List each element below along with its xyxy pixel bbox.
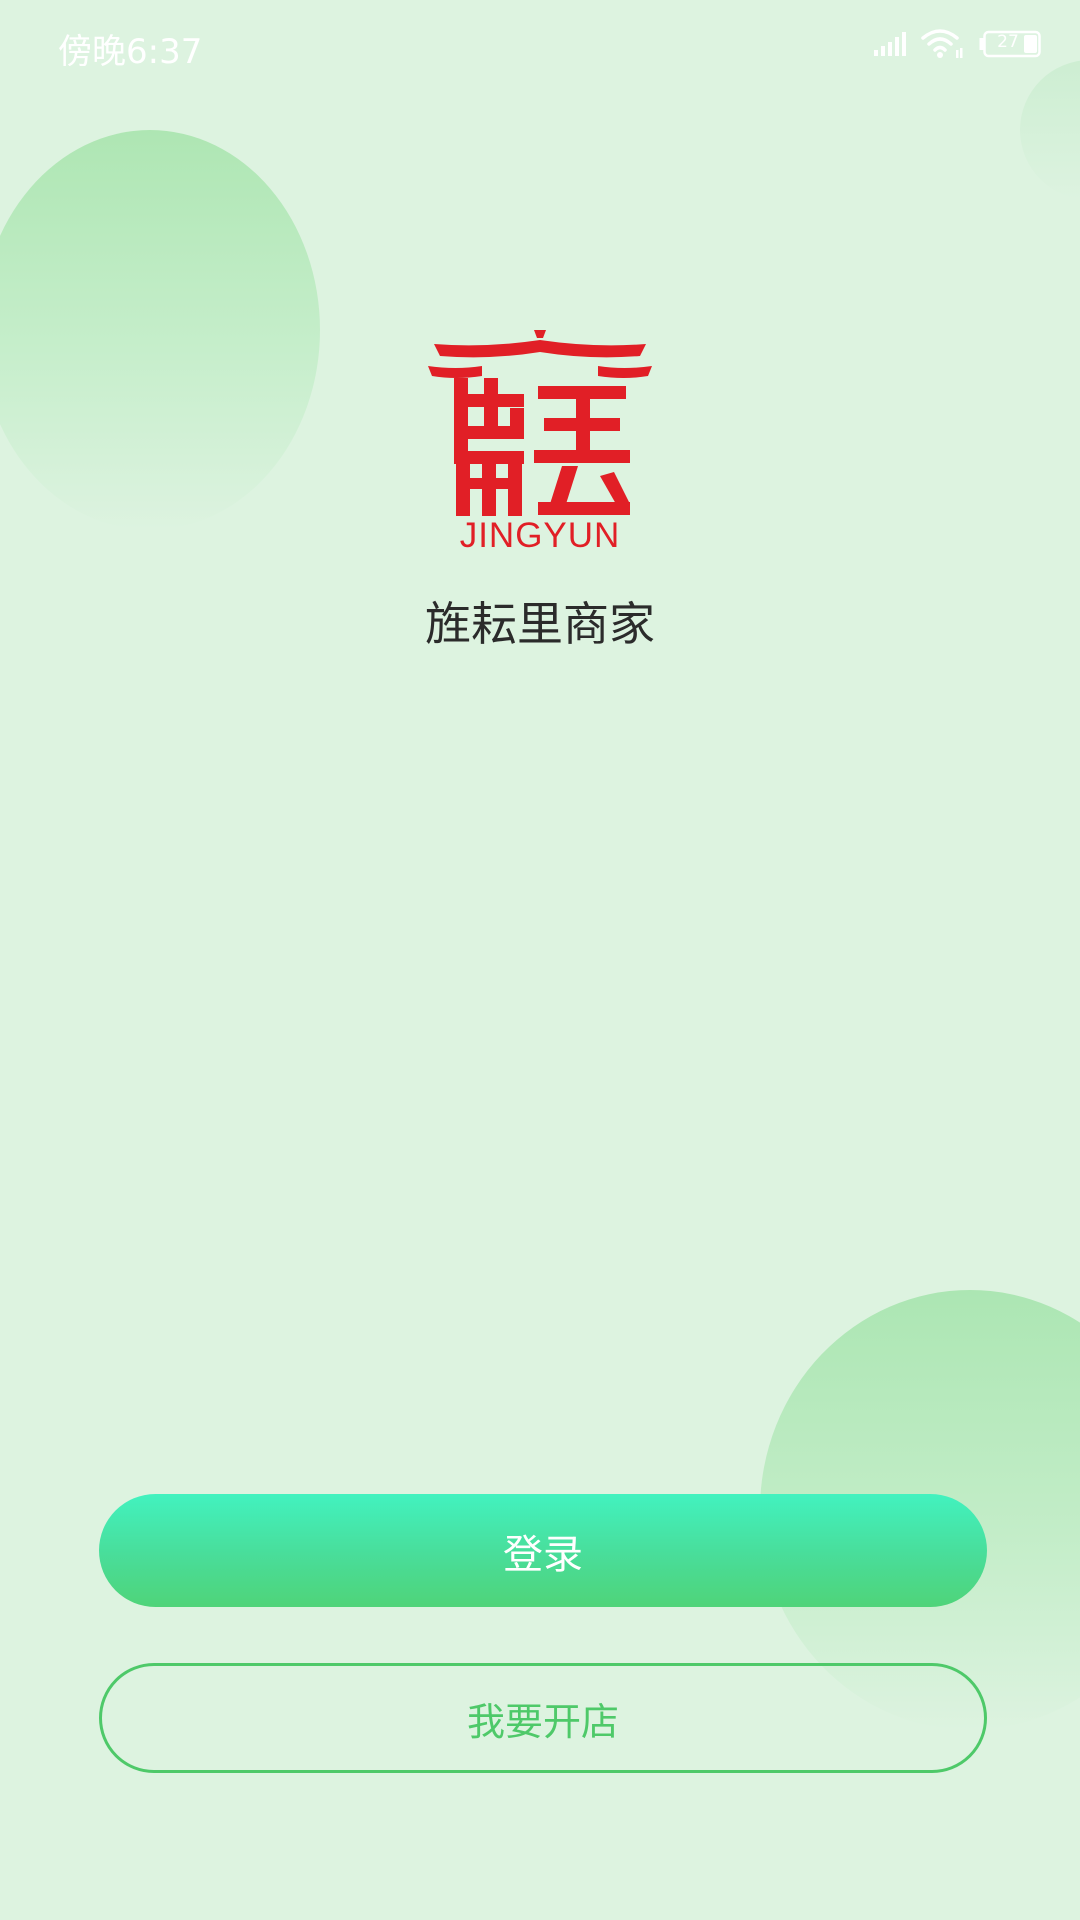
jingyun-logo: JINGYUN xyxy=(426,326,654,556)
battery-level-text: 27 xyxy=(997,32,1019,52)
status-time: 傍晚6:37 xyxy=(58,32,203,72)
open-store-button[interactable]: 我要开店 xyxy=(99,1663,987,1773)
splash-screen: 傍晚6:37 27 JINGYUN 旌耘里商家 登录 我要开店 xyxy=(0,0,1080,1920)
open-store-button-label: 我要开店 xyxy=(466,1699,619,1744)
login-button[interactable]: 登录 xyxy=(99,1494,987,1607)
jingyun-logo-mark-icon xyxy=(428,330,652,516)
logo-wordmark: JINGYUN xyxy=(459,516,621,555)
signal-icon xyxy=(874,32,906,56)
decorative-bubble-top-left xyxy=(0,130,320,530)
status-bar: 傍晚6:37 27 xyxy=(0,0,1080,90)
login-button-label: 登录 xyxy=(503,1531,583,1578)
wifi-icon xyxy=(921,29,963,58)
app-name: 旌耘里商家 xyxy=(425,597,655,651)
